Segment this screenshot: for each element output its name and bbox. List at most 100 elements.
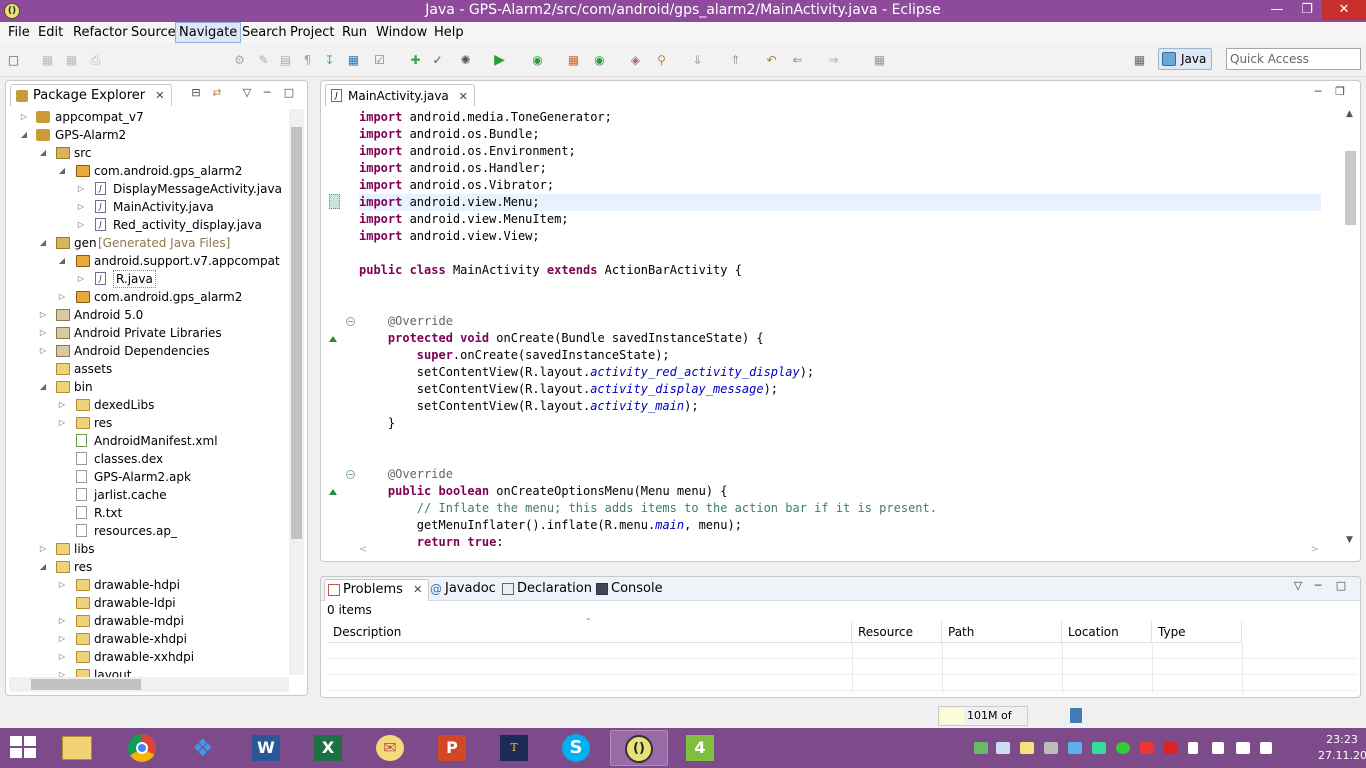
menu-window[interactable]: Window xyxy=(373,22,430,43)
download-icon[interactable]: ↧ xyxy=(322,53,337,68)
tree-vertical-scrollbar[interactable] xyxy=(289,109,304,675)
wifi-icon[interactable] xyxy=(1236,742,1250,754)
texmaker-app[interactable]: T xyxy=(486,730,544,766)
sync-tray-icon[interactable] xyxy=(1092,742,1106,754)
collapse-icon[interactable]: ◢ xyxy=(38,234,48,252)
forward-icon[interactable]: ⇒ xyxy=(826,53,841,68)
java-perspective-button[interactable]: Java xyxy=(1158,48,1212,70)
dropbox-app[interactable]: ❖ xyxy=(176,730,234,766)
expand-icon[interactable]: ▷ xyxy=(76,180,86,198)
menu-edit[interactable]: Edit xyxy=(35,22,66,43)
expand-icon[interactable]: ▷ xyxy=(38,306,48,324)
expand-icon[interactable]: ▷ xyxy=(57,288,67,306)
lint-icon[interactable]: ✓ xyxy=(430,53,445,68)
scroll-left-icon[interactable]: < xyxy=(359,544,367,555)
dropbox-tray-icon[interactable] xyxy=(1068,742,1082,754)
chrome-app[interactable] xyxy=(114,730,172,766)
editor-horizontal-scrollbar[interactable]: < > xyxy=(359,544,1319,558)
coverage-icon[interactable]: ◉ xyxy=(530,53,545,68)
tab-console[interactable]: Console xyxy=(593,579,663,601)
maximize-button[interactable]: ❐ xyxy=(1292,0,1322,20)
quick-access-field[interactable]: Quick Access xyxy=(1226,48,1361,70)
save-icon[interactable]: ▦ xyxy=(40,53,55,68)
security-tray-icon[interactable] xyxy=(974,742,988,754)
menu-help[interactable]: Help xyxy=(431,22,467,43)
menu-project[interactable]: Project xyxy=(287,22,337,43)
menu-file[interactable]: File xyxy=(5,22,33,43)
minimize-button[interactable]: — xyxy=(1262,0,1292,20)
open-type-icon[interactable]: ◈ xyxy=(628,53,643,68)
pencil-icon[interactable]: ✎ xyxy=(256,53,271,68)
expand-icon[interactable]: ▷ xyxy=(57,396,67,414)
collapse-icon[interactable]: ◢ xyxy=(57,162,67,180)
prev-annotation-icon[interactable]: ⇑ xyxy=(728,53,743,68)
column-path[interactable]: Path xyxy=(942,621,1062,643)
android-sdk-icon[interactable]: ▦ xyxy=(346,53,361,68)
powerpoint-app[interactable]: P xyxy=(424,730,482,766)
excel-app[interactable]: X xyxy=(300,730,358,766)
link-editor-icon[interactable]: ⇄ xyxy=(210,86,224,100)
next-annotation-icon[interactable]: ⇓ xyxy=(690,53,705,68)
monitor-tray-icon[interactable] xyxy=(996,742,1010,754)
expand-icon[interactable]: ▷ xyxy=(57,576,67,594)
scrollbar-thumb[interactable] xyxy=(291,127,302,539)
scroll-right-icon[interactable]: > xyxy=(1311,544,1319,555)
pin-editor-icon[interactable]: ▦ xyxy=(872,53,887,68)
scroll-down-icon[interactable]: ▼ xyxy=(1346,535,1353,545)
expand-icon[interactable]: ▷ xyxy=(57,414,67,432)
expand-icon[interactable]: ▷ xyxy=(76,270,86,288)
trash-icon[interactable] xyxy=(1070,708,1082,723)
collapse-icon[interactable]: ◢ xyxy=(38,144,48,162)
checkbox-icon[interactable]: ☑ xyxy=(372,53,387,68)
close-button[interactable]: ✕ xyxy=(1322,0,1366,20)
maximize-view-icon[interactable]: □ xyxy=(1334,579,1348,593)
menu-search[interactable]: Search xyxy=(239,22,290,43)
view-menu-icon[interactable]: ▽ xyxy=(240,86,254,100)
expand-icon[interactable]: ▷ xyxy=(76,216,86,234)
android-studio-app[interactable]: 4 xyxy=(672,730,730,766)
close-icon[interactable]: ✕ xyxy=(459,86,468,108)
run-icon[interactable]: ▶ xyxy=(492,53,507,68)
word-app[interactable]: W xyxy=(238,730,296,766)
tab-problems[interactable]: Problems ✕ xyxy=(324,579,430,601)
collapse-icon[interactable]: ◢ xyxy=(38,558,48,576)
power-icon[interactable] xyxy=(1212,742,1224,754)
menu-source[interactable]: Source xyxy=(128,22,179,43)
skype-app[interactable]: S xyxy=(548,730,606,766)
new-project-icon[interactable]: ✚ xyxy=(408,53,423,68)
expand-icon[interactable]: ▷ xyxy=(57,612,67,630)
start-button[interactable] xyxy=(10,736,38,760)
new-icon[interactable]: □ xyxy=(6,53,21,68)
scrollbar-thumb[interactable] xyxy=(1345,151,1356,225)
expand-icon[interactable]: ▷ xyxy=(38,342,48,360)
minimize-editor-icon[interactable]: ─ xyxy=(1311,85,1325,99)
folder-tray-icon[interactable] xyxy=(1020,742,1034,754)
system-clock[interactable]: 23:23 27.11.2014 xyxy=(1318,732,1366,764)
column-resource[interactable]: Resource xyxy=(852,621,942,643)
minimize-view-icon[interactable]: ─ xyxy=(260,86,274,100)
fold-icon[interactable]: − xyxy=(346,470,355,479)
open-perspective-icon[interactable]: ▦ xyxy=(1132,53,1147,68)
save-all-icon[interactable]: ▦ xyxy=(64,53,79,68)
minimize-view-icon[interactable]: ─ xyxy=(1311,579,1325,593)
acrobat-tray-icon[interactable] xyxy=(1164,742,1178,754)
editor-vertical-scrollbar[interactable]: ▲ ▼ xyxy=(1343,109,1358,545)
paragraph-icon[interactable]: ¶ xyxy=(300,53,315,68)
tab-declaration[interactable]: Declaration xyxy=(499,579,592,601)
tab-javadoc[interactable]: @ Javadoc xyxy=(427,579,496,601)
expand-icon[interactable]: ▷ xyxy=(57,666,67,677)
code-area[interactable]: import android.media.ToneGenerator; impo… xyxy=(359,108,1325,546)
menu-refactor[interactable]: Refactor xyxy=(70,22,131,43)
new-class-icon[interactable]: ◉ xyxy=(592,53,607,68)
expand-icon[interactable]: ▷ xyxy=(38,324,48,342)
scroll-up-icon[interactable]: ▲ xyxy=(1346,109,1353,119)
file-explorer-app[interactable] xyxy=(48,730,106,766)
collapse-icon[interactable]: ◢ xyxy=(38,378,48,396)
print-icon[interactable]: ⎙ xyxy=(88,53,103,68)
last-edit-icon[interactable]: ↶ xyxy=(764,53,779,68)
flag-icon[interactable] xyxy=(1188,742,1198,754)
expand-icon[interactable]: ▷ xyxy=(19,108,29,126)
network-drive-tray-icon[interactable] xyxy=(1044,742,1058,754)
debug-icon[interactable]: ✺ xyxy=(458,53,473,68)
editor-tab[interactable]: J MainActivity.java ✕ xyxy=(325,84,475,106)
